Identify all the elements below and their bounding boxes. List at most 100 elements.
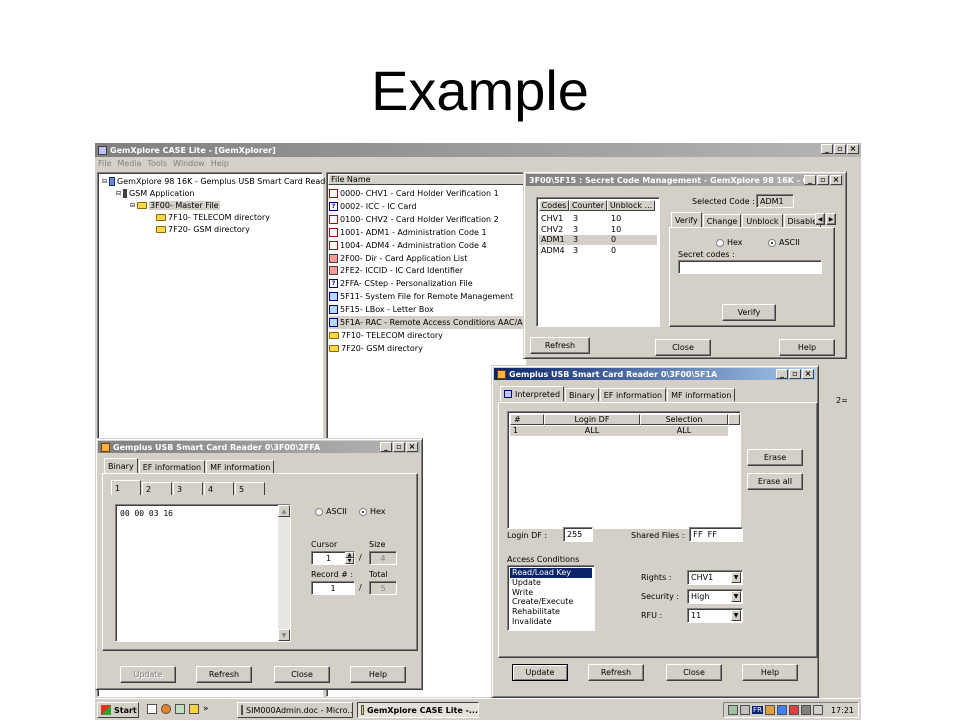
tree-item-card[interactable]: ⊟ GemXplore 98 16K - Gemplus USB Smart C… bbox=[102, 177, 341, 186]
security-select[interactable]: High ▼ bbox=[687, 589, 743, 604]
tray-app-icon[interactable] bbox=[776, 705, 787, 715]
list-item[interactable]: 5F1A- RAC - Remote Access Conditions AAC… bbox=[329, 316, 535, 329]
list-item[interactable]: Read/Load Key bbox=[510, 568, 592, 578]
list-item[interactable]: Create/Execute bbox=[510, 597, 575, 607]
menu-window[interactable]: Window bbox=[173, 159, 205, 168]
tab-interpreted[interactable]: Interpreted bbox=[500, 386, 565, 401]
rights-select[interactable]: CHV1 ▼ bbox=[687, 570, 743, 585]
menu-help[interactable]: Help bbox=[211, 159, 229, 168]
access-conditions-list[interactable]: Read/Load Key Update Write Create/Execute Re… bbox=[507, 565, 595, 631]
chevron-down-icon[interactable]: ▼ bbox=[731, 572, 741, 583]
erase-button[interactable]: Erase bbox=[747, 449, 803, 466]
record-tab-5[interactable]: 5 bbox=[235, 482, 265, 495]
minimize-icon[interactable]: _ bbox=[380, 442, 392, 452]
tab-binary[interactable]: Binary bbox=[565, 388, 599, 401]
network-icon[interactable] bbox=[728, 705, 739, 715]
tab-mf-information[interactable]: MF information bbox=[667, 388, 736, 401]
erase-all-button[interactable]: Erase all bbox=[747, 473, 803, 490]
menu-tools[interactable]: Tools bbox=[147, 159, 167, 168]
list-item[interactable]: ? 0002- ICC - IC Card bbox=[329, 200, 417, 213]
list-item[interactable]: Write bbox=[510, 588, 535, 598]
minimize-icon[interactable]: _ bbox=[776, 369, 788, 379]
tab-unblock[interactable]: Unblock bbox=[742, 214, 783, 227]
list-item[interactable]: Rehabilitate bbox=[510, 607, 562, 617]
list-item[interactable]: 0100- CHV2 - Card Holder Verification 2 bbox=[329, 213, 499, 226]
table-row[interactable]: CHV1 3 10 bbox=[539, 214, 657, 224]
media-icon[interactable] bbox=[175, 704, 185, 714]
radio-hex[interactable]: Hex bbox=[359, 507, 386, 516]
reader-2ffa-window[interactable]: Gemplus USB Smart Card Reader 0\3F00\2FF… bbox=[95, 438, 423, 690]
chevron-down-icon[interactable]: ▼ bbox=[731, 610, 741, 621]
tree-item-gsm-application[interactable]: ⊟ GSM Application bbox=[116, 189, 194, 198]
task-word-document[interactable]: SIM000Admin.doc - Micro... bbox=[237, 702, 353, 718]
desktop-icon[interactable] bbox=[147, 704, 157, 714]
column-selection[interactable]: Selection bbox=[640, 414, 728, 425]
collapse-icon[interactable]: ⊟ bbox=[116, 190, 121, 197]
task-gemxplore[interactable]: GemXplore CASE Lite -... bbox=[357, 702, 479, 718]
refresh-button[interactable]: Refresh bbox=[196, 666, 252, 683]
radio-hex[interactable]: Hex bbox=[716, 238, 743, 247]
radio-ascii[interactable]: ASCII bbox=[768, 238, 800, 247]
chevron-down-icon[interactable]: ▼ bbox=[731, 591, 741, 602]
scroll-down-icon[interactable]: ▼ bbox=[278, 629, 290, 641]
quick-launch-more[interactable]: » bbox=[203, 704, 209, 714]
spin-down-icon[interactable]: ▼ bbox=[345, 558, 354, 564]
login-df-input[interactable]: 255 bbox=[563, 527, 593, 542]
tray-app-icon[interactable] bbox=[800, 705, 811, 715]
help-button[interactable]: Help bbox=[742, 664, 798, 681]
column-codes[interactable]: Codes bbox=[539, 200, 569, 211]
app-launch-icon[interactable] bbox=[189, 704, 199, 714]
tab-mf-information[interactable]: MF information bbox=[206, 460, 275, 473]
list-item[interactable]: 7F20- GSM directory bbox=[329, 342, 423, 355]
secret-codes-input[interactable] bbox=[678, 260, 822, 274]
list-item[interactable]: 2F00- Dir - Card Application List bbox=[329, 252, 467, 265]
tab-ef-information[interactable]: EF information bbox=[138, 460, 206, 473]
restore-icon[interactable]: ▫ bbox=[834, 144, 846, 154]
start-button[interactable]: Start bbox=[97, 702, 139, 718]
binary-scrollbar[interactable]: ▲ ▼ bbox=[278, 505, 290, 641]
close-button[interactable]: Close bbox=[666, 664, 722, 681]
collapse-icon[interactable]: ⊟ bbox=[130, 202, 135, 209]
record-tab-1[interactable]: 1 bbox=[111, 480, 141, 495]
tab-verify[interactable]: Verify bbox=[671, 212, 702, 227]
tree-item-master-file[interactable]: ⊟ 3F00- Master File bbox=[130, 201, 220, 210]
table-row[interactable]: ADM1 3 0 bbox=[539, 235, 657, 245]
record-tab-4[interactable]: 4 bbox=[204, 482, 234, 495]
tree-item-telecom[interactable]: 7F10- TELECOM directory bbox=[156, 213, 270, 222]
tree-item-gsm[interactable]: 7F20- GSM directory bbox=[156, 225, 250, 234]
volume-icon[interactable] bbox=[812, 705, 823, 715]
tab-binary[interactable]: Binary bbox=[104, 458, 138, 473]
printer-icon[interactable] bbox=[740, 705, 751, 715]
list-item[interactable]: 2FE2- ICCID - IC Card Identifier bbox=[329, 264, 463, 277]
language-indicator[interactable]: FR bbox=[752, 706, 763, 714]
list-item[interactable]: 0000- CHV1 - Card Holder Verification 1 bbox=[329, 187, 499, 200]
help-button[interactable]: Help bbox=[779, 339, 835, 356]
close-button[interactable]: Close bbox=[655, 339, 711, 356]
table-row[interactable]: ADM4 3 0 bbox=[539, 246, 657, 256]
update-button[interactable]: Update bbox=[120, 666, 176, 683]
collapse-icon[interactable]: ⊟ bbox=[102, 178, 107, 185]
tab-change[interactable]: Change bbox=[702, 214, 742, 227]
menu-media[interactable]: Media bbox=[117, 159, 141, 168]
list-item[interactable]: 7F10- TELECOM directory bbox=[329, 329, 443, 342]
column-login-df[interactable]: Login DF bbox=[544, 414, 640, 425]
list-item[interactable]: 1001- ADM1 - Administration Code 1 bbox=[329, 226, 487, 239]
close-button[interactable]: Close bbox=[274, 666, 330, 683]
maximize-icon[interactable]: ▫ bbox=[817, 175, 829, 185]
list-item[interactable]: 5F15- LBox - Letter Box bbox=[329, 303, 434, 316]
tab-scroll-right-icon[interactable]: ▶ bbox=[826, 213, 836, 225]
secret-code-window[interactable]: 3F00\5F15 : Secret Code Management - Gem… bbox=[523, 171, 848, 405]
close-icon[interactable]: × bbox=[802, 369, 814, 379]
refresh-button[interactable]: Refresh bbox=[530, 337, 590, 354]
tab-ef-information[interactable]: EF information bbox=[599, 388, 667, 401]
list-item[interactable]: Invalidate bbox=[510, 617, 554, 627]
help-button[interactable]: Help bbox=[350, 666, 406, 683]
list-item[interactable]: 1004- ADM4 - Administration Code 4 bbox=[329, 239, 487, 252]
tab-scroll-left-icon[interactable]: ◀ bbox=[815, 213, 825, 225]
minimize-icon[interactable]: _ bbox=[804, 175, 816, 185]
table-row[interactable]: 1 ALL ALL bbox=[510, 426, 728, 436]
main-window-titlebar[interactable]: GemXplore CASE Lite - [GemXplorer] _ ▫ × bbox=[95, 143, 861, 157]
list-item[interactable]: 5F11- System File for Remote Management bbox=[329, 290, 513, 303]
close-icon[interactable]: × bbox=[406, 442, 418, 452]
reader-5f1a-window[interactable]: Gemplus USB Smart Card Reader 0\3F00\5F1… bbox=[491, 365, 819, 698]
